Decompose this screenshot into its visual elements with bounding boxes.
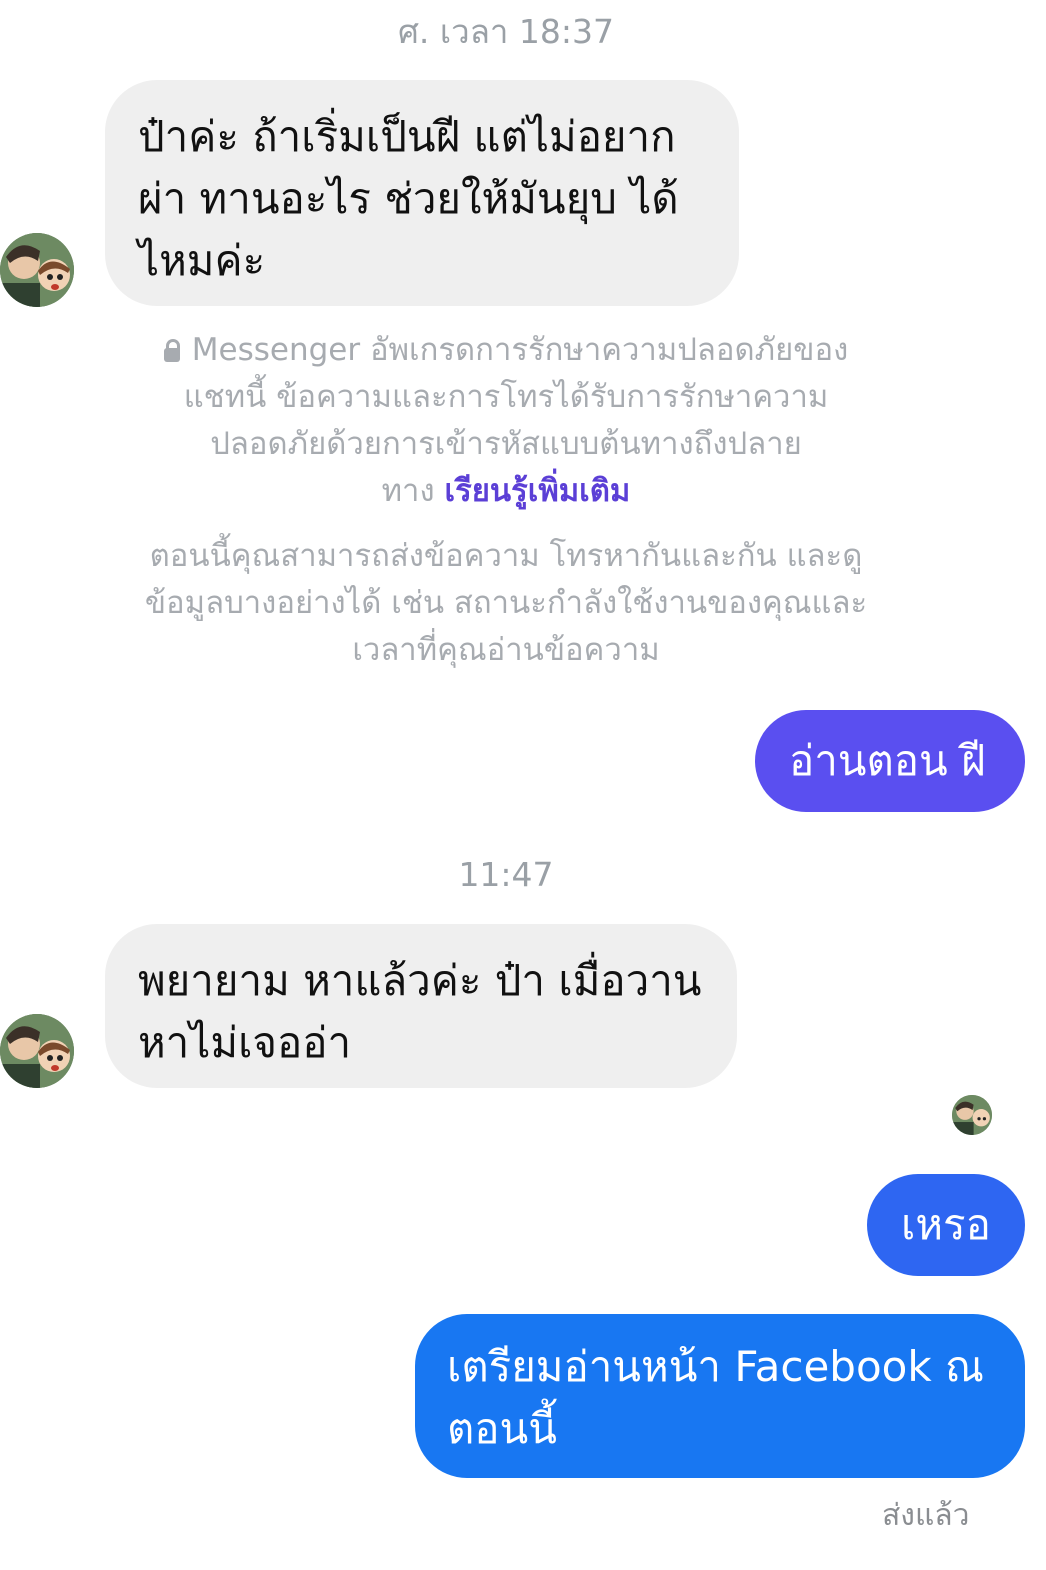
outgoing-message-bubble[interactable]: อ่านตอน ฝี (755, 710, 1025, 812)
connection-notice: ตอนนี้คุณสามารถส่งข้อความ โทรหากันและกัน… (144, 538, 868, 668)
timestamp: 11:47 (458, 855, 554, 894)
incoming-message-bubble[interactable]: พยายาม หาแล้วค่ะ ป๋า เมื่อวาน หาไม่เจออ่… (105, 924, 737, 1088)
contact-avatar[interactable] (0, 233, 74, 307)
encryption-notice: Messenger อัพเกรดการรักษาความปลอดภัยของ … (100, 327, 912, 515)
learn-more-link[interactable]: เรียนรู้เพิ่มเติม (444, 473, 630, 509)
incoming-message-bubble[interactable]: ป๋าค่ะ ถ้าเริ่มเป็นฝี แต่ไม่อยาก ผ่า ทาน… (105, 80, 739, 306)
outgoing-message-bubble[interactable]: เตรียมอ่านหน้า Facebook ณ ตอนนี้ (415, 1314, 1025, 1478)
contact-avatar[interactable] (0, 1014, 74, 1088)
outgoing-message-bubble[interactable]: เหรอ (867, 1174, 1025, 1276)
timestamp: ศ. เวลา 18:37 (397, 12, 615, 51)
seen-avatar (952, 1095, 992, 1135)
lock-icon (163, 339, 180, 362)
sent-status: ส่งแล้ว (882, 1498, 970, 1533)
